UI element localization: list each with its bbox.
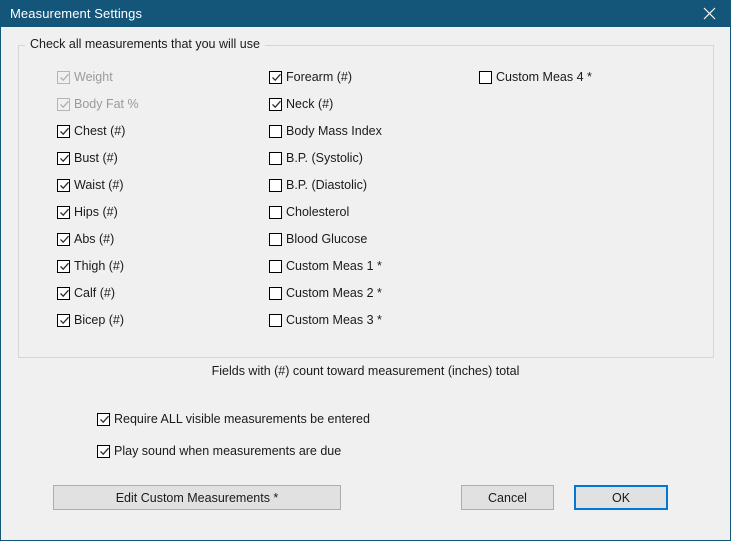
checkbox-unchecked-icon[interactable]	[269, 125, 282, 138]
measurement-checkbox-row[interactable]: Abs (#)	[57, 231, 139, 247]
measurement-checkbox-label: Custom Meas 2 *	[286, 286, 382, 300]
measurement-checkbox-row[interactable]: Waist (#)	[57, 177, 139, 193]
checkmark-icon	[271, 72, 282, 83]
measurement-checkbox-label: Blood Glucose	[286, 232, 367, 246]
options-list: Require ALL visible measurements be ente…	[97, 411, 370, 475]
checkmark-icon	[59, 261, 70, 272]
measurement-checkbox-row[interactable]: B.P. (Diastolic)	[269, 177, 382, 193]
measurement-checkbox-row[interactable]: Custom Meas 1 *	[269, 258, 382, 274]
measurement-checkbox-label: Chest (#)	[74, 124, 125, 138]
measurement-checkbox-row[interactable]: Hips (#)	[57, 204, 139, 220]
measurement-checkbox-row[interactable]: Cholesterol	[269, 204, 382, 220]
checkbox-unchecked-icon[interactable]	[269, 314, 282, 327]
measurement-checkbox-label: Body Mass Index	[286, 124, 382, 138]
measurement-checkbox-row: Weight	[57, 69, 139, 85]
checkmark-icon	[59, 180, 70, 191]
measurement-checkbox-label: Custom Meas 1 *	[286, 259, 382, 273]
option-checkbox-row[interactable]: Require ALL visible measurements be ente…	[97, 411, 370, 427]
checkbox-checked-icon[interactable]	[57, 287, 70, 300]
measurement-checkbox-label: Hips (#)	[74, 205, 118, 219]
checkbox-checked-icon[interactable]	[269, 71, 282, 84]
measurement-checkbox-label: Body Fat %	[74, 97, 139, 111]
checkbox-checked-icon[interactable]	[269, 98, 282, 111]
checkbox-unchecked-icon[interactable]	[269, 287, 282, 300]
measurement-checkbox-row: Body Fat %	[57, 96, 139, 112]
measurement-checkbox-row[interactable]: Calf (#)	[57, 285, 139, 301]
measurement-checkbox-label: Bust (#)	[74, 151, 118, 165]
measurement-checkbox-row[interactable]: Thigh (#)	[57, 258, 139, 274]
checkmark-icon	[59, 207, 70, 218]
measurement-checkbox-row[interactable]: Custom Meas 4 *	[479, 69, 592, 85]
measurement-checkbox-row[interactable]: Custom Meas 2 *	[269, 285, 382, 301]
checkbox-unchecked-icon[interactable]	[269, 179, 282, 192]
checkmark-icon	[59, 234, 70, 245]
measurement-checkbox-label: Calf (#)	[74, 286, 115, 300]
measurement-checkbox-label: Bicep (#)	[74, 313, 124, 327]
measurement-checkbox-label: Abs (#)	[74, 232, 114, 246]
measurement-checkbox-row[interactable]: B.P. (Systolic)	[269, 150, 382, 166]
checkmark-icon	[59, 126, 70, 137]
checkmark-icon	[271, 99, 282, 110]
checkbox-checked-icon[interactable]	[57, 179, 70, 192]
measurements-groupbox-label: Check all measurements that you will use	[25, 37, 265, 51]
checkbox-unchecked-icon[interactable]	[269, 206, 282, 219]
measurement-checkbox-row[interactable]: Custom Meas 3 *	[269, 312, 382, 328]
close-icon	[703, 7, 716, 20]
checkbox-unchecked-icon[interactable]	[479, 71, 492, 84]
checkbox-checked-icon[interactable]	[97, 445, 110, 458]
measurement-checkbox-row[interactable]: Neck (#)	[269, 96, 382, 112]
checkbox-unchecked-icon[interactable]	[269, 233, 282, 246]
checkbox-checked-icon[interactable]	[57, 314, 70, 327]
measurement-note: Fields with (#) count toward measurement…	[1, 364, 730, 378]
checkbox-checked-icon	[57, 98, 70, 111]
title-bar: Measurement Settings	[1, 0, 731, 27]
checkmark-icon	[59, 315, 70, 326]
option-checkbox-row[interactable]: Play sound when measurements are due	[97, 443, 370, 459]
checkbox-unchecked-icon[interactable]	[269, 152, 282, 165]
measurement-checkbox-label: B.P. (Diastolic)	[286, 178, 367, 192]
measurement-column-3: Custom Meas 4 *	[479, 69, 592, 85]
checkbox-checked-icon	[57, 71, 70, 84]
measurement-settings-dialog: Measurement Settings Check all measureme…	[0, 0, 731, 541]
measurement-checkbox-label: Thigh (#)	[74, 259, 124, 273]
measurement-checkbox-label: Neck (#)	[286, 97, 333, 111]
checkbox-unchecked-icon[interactable]	[269, 260, 282, 273]
close-button[interactable]	[686, 0, 731, 27]
checkmark-icon	[99, 446, 110, 457]
checkmark-icon	[99, 414, 110, 425]
measurement-checkbox-row[interactable]: Forearm (#)	[269, 69, 382, 85]
option-checkbox-label: Require ALL visible measurements be ente…	[114, 412, 370, 426]
measurement-column-1: Weight Body Fat % Chest (#) Bust (#) Waist (…	[57, 69, 139, 328]
measurement-checkbox-row[interactable]: Bicep (#)	[57, 312, 139, 328]
checkbox-checked-icon[interactable]	[97, 413, 110, 426]
cancel-button[interactable]: Cancel	[461, 485, 554, 510]
measurement-checkbox-label: Waist (#)	[74, 178, 124, 192]
measurement-checkbox-row[interactable]: Bust (#)	[57, 150, 139, 166]
checkbox-checked-icon[interactable]	[57, 260, 70, 273]
measurement-checkbox-label: Forearm (#)	[286, 70, 352, 84]
checkbox-checked-icon[interactable]	[57, 206, 70, 219]
checkbox-checked-icon[interactable]	[57, 125, 70, 138]
option-checkbox-label: Play sound when measurements are due	[114, 444, 341, 458]
checkbox-checked-icon[interactable]	[57, 152, 70, 165]
measurement-checkbox-label: Custom Meas 4 *	[496, 70, 592, 84]
measurement-checkbox-label: Cholesterol	[286, 205, 349, 219]
checkbox-checked-icon[interactable]	[57, 233, 70, 246]
measurement-column-2: Forearm (#) Neck (#) Body Mass Index B.P. (…	[269, 69, 382, 328]
measurement-checkbox-row[interactable]: Chest (#)	[57, 123, 139, 139]
edit-custom-measurements-button[interactable]: Edit Custom Measurements *	[53, 485, 341, 510]
measurement-checkbox-row[interactable]: Blood Glucose	[269, 231, 382, 247]
window-title: Measurement Settings	[10, 6, 142, 21]
measurement-checkbox-label: Weight	[74, 70, 113, 84]
checkmark-icon	[59, 153, 70, 164]
checkmark-icon	[59, 72, 70, 83]
checkmark-icon	[59, 288, 70, 299]
measurement-checkbox-label: Custom Meas 3 *	[286, 313, 382, 327]
checkmark-icon	[59, 99, 70, 110]
ok-button[interactable]: OK	[574, 485, 668, 510]
measurement-checkbox-row[interactable]: Body Mass Index	[269, 123, 382, 139]
measurement-checkbox-label: B.P. (Systolic)	[286, 151, 363, 165]
